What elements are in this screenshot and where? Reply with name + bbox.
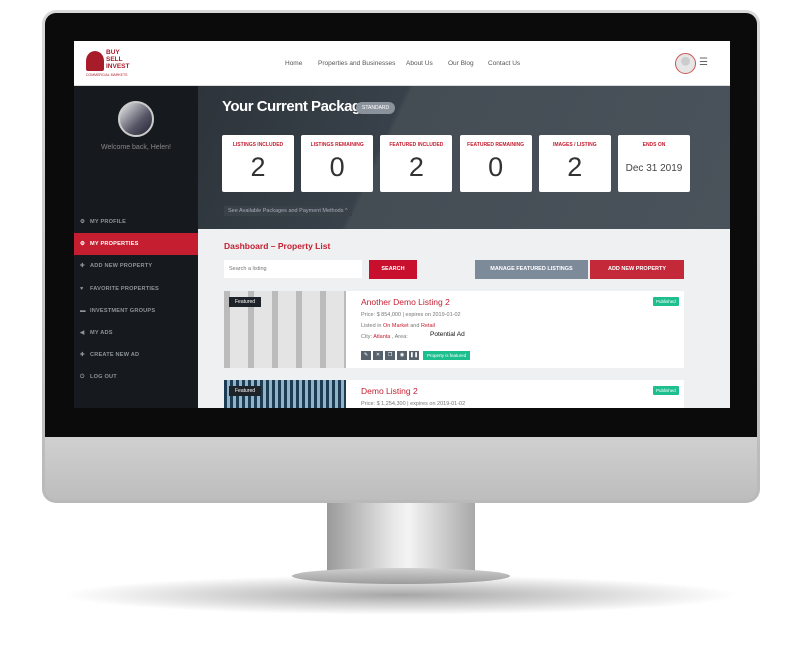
search-input[interactable] bbox=[224, 260, 362, 278]
sidebar-item-label: CREATE NEW AD bbox=[90, 352, 140, 359]
package-card: IMAGES / LISTING 2 bbox=[538, 135, 611, 192]
monitor-foot bbox=[292, 568, 510, 584]
packages-link[interactable]: See Available Packages and Payment Metho… bbox=[224, 206, 352, 216]
sidebar-item-investment-groups[interactable]: ▬ INVESTMENT GROUPS bbox=[74, 300, 198, 322]
card-label: LISTINGS REMAINING bbox=[310, 142, 364, 148]
plus-icon: ✚ bbox=[80, 352, 85, 359]
sidebar-item-label: FAVORITE PROPERTIES bbox=[90, 285, 159, 292]
users-icon: ▬ bbox=[80, 307, 86, 314]
card-label: LISTINGS INCLUDED bbox=[232, 142, 284, 148]
listing-title[interactable]: Demo Listing 2 bbox=[361, 386, 418, 396]
card-value: 0 bbox=[329, 152, 345, 182]
listing-price: Price: $ 854,000 | expires on 2019-01-02 bbox=[361, 312, 461, 318]
package-card: FEATURED REMAINING 0 bbox=[459, 135, 532, 192]
edit-icon[interactable]: ✎ bbox=[361, 351, 371, 360]
status-badge: Published bbox=[653, 386, 679, 395]
card-label: FEATURED REMAINING bbox=[467, 142, 525, 148]
label: City: bbox=[361, 334, 374, 340]
gear-icon: ⚙ bbox=[80, 219, 86, 225]
view-icon[interactable]: ◉ bbox=[397, 351, 407, 360]
sidebar-item-log-out[interactable]: ⏻ LOG OUT bbox=[74, 366, 198, 388]
status-badge: Published bbox=[653, 297, 679, 306]
sidebar-item-label: MY PROPERTIES bbox=[90, 241, 139, 248]
card-label: FEATURED INCLUDED bbox=[389, 142, 444, 148]
sidebar-item-label: ADD NEW PROPERTY bbox=[90, 263, 153, 270]
listing-card: Featured Another Demo Listing 2 Publishe… bbox=[224, 291, 684, 368]
label: , Area: bbox=[390, 334, 408, 340]
package-card: LISTINGS INCLUDED 2 bbox=[222, 135, 294, 192]
featured-tag: Featured bbox=[229, 386, 262, 396]
power-icon: ⏻ bbox=[80, 374, 85, 381]
listing-price: Price: $ 1,254,300 | expires on 2019-01-… bbox=[361, 401, 466, 407]
listing-categories: Listed in On Market and Retail bbox=[361, 323, 435, 329]
welcome-text: Welcome back, Helen! bbox=[101, 144, 171, 151]
package-title: Your Current Package: bbox=[222, 98, 373, 115]
monitor-chin bbox=[45, 437, 757, 500]
nav-blog[interactable]: Our Blog bbox=[448, 60, 474, 67]
card-value: Dec 31 2019 bbox=[625, 163, 683, 174]
profile-avatar bbox=[118, 101, 154, 137]
hamburger-menu-icon[interactable]: ☰ bbox=[699, 57, 708, 68]
nav-contact[interactable]: Contact Us bbox=[488, 60, 520, 67]
megaphone-icon: ◀ bbox=[80, 330, 85, 336]
nav-about[interactable]: About Us bbox=[406, 60, 433, 67]
sidebar-item-label: MY ADS bbox=[90, 330, 113, 336]
package-card: FEATURED INCLUDED 2 bbox=[380, 135, 453, 192]
pause-icon[interactable]: ❚❚ bbox=[409, 351, 419, 360]
duplicate-icon[interactable]: ❐ bbox=[385, 351, 395, 360]
sidebar-item-create-new-ad[interactable]: ✚ CREATE NEW AD bbox=[74, 344, 198, 366]
card-value: 2 bbox=[250, 152, 266, 182]
package-card: ENDS ON Dec 31 2019 bbox=[618, 135, 690, 192]
sidebar-item-my-properties[interactable]: ⚙ MY PROPERTIES bbox=[74, 233, 198, 256]
category-link[interactable]: On Market bbox=[383, 323, 409, 329]
label: and bbox=[408, 323, 421, 329]
card-value: 0 bbox=[488, 152, 504, 182]
sidebar-item-label: INVESTMENT GROUPS bbox=[90, 307, 156, 314]
label: Listed in bbox=[361, 323, 384, 329]
search-button[interactable]: SEARCH bbox=[369, 260, 417, 279]
dashboard-title: Dashboard – Property List bbox=[224, 241, 331, 251]
package-card: LISTINGS REMAINING 0 bbox=[301, 135, 374, 192]
card-value: 2 bbox=[567, 152, 583, 182]
sidebar-item-add-new-property[interactable]: ✚ ADD NEW PROPERTY bbox=[74, 255, 198, 277]
featured-tag: Featured bbox=[229, 297, 262, 307]
sidebar-item-label: MY PROFILE bbox=[90, 219, 127, 225]
sidebar-item-my-profile[interactable]: ⚙ MY PROFILE bbox=[74, 211, 198, 233]
plus-icon: ✚ bbox=[80, 263, 85, 270]
city-link[interactable]: Atlanta bbox=[373, 334, 390, 340]
manage-featured-button[interactable]: MANAGE FEATURED LISTINGS bbox=[475, 260, 588, 279]
card-label: ENDS ON bbox=[642, 142, 666, 148]
sidebar-item-label: LOG OUT bbox=[90, 374, 117, 381]
listing-title[interactable]: Another Demo Listing 2 bbox=[361, 297, 450, 307]
featured-badge: Property is featured bbox=[423, 351, 471, 360]
user-avatar[interactable] bbox=[675, 53, 696, 74]
gear-icon: ⚙ bbox=[80, 241, 86, 248]
package-panel: Your Current Package: STANDARD LISTINGS … bbox=[198, 86, 730, 229]
heart-icon: ♥ bbox=[80, 285, 84, 292]
listing-card: Featured Demo Listing 2 Published Price:… bbox=[224, 380, 684, 408]
site-header: BUY SELL INVEST COMMERCIAL MARKETS Home Pr… bbox=[74, 41, 730, 86]
logo-icon bbox=[86, 51, 104, 71]
package-badge: STANDARD bbox=[356, 102, 396, 114]
monitor-stand bbox=[327, 503, 475, 573]
listing-city: City: Atlanta , Area: bbox=[361, 334, 408, 340]
nav-properties[interactable]: Properties and Businesses bbox=[318, 60, 395, 67]
logo[interactable]: BUY SELL INVEST bbox=[106, 49, 129, 70]
delete-icon[interactable]: ✕ bbox=[373, 351, 383, 360]
add-new-property-button[interactable]: ADD NEW PROPERTY bbox=[590, 260, 684, 279]
category-link[interactable]: Retail bbox=[421, 323, 435, 329]
card-label: IMAGES / LISTING bbox=[552, 142, 597, 148]
sidebar: Welcome back, Helen! ⚙ MY PROFILE ⚙ MY PROP… bbox=[74, 86, 198, 408]
screen: BUY SELL INVEST COMMERCIAL MARKETS Home Pr… bbox=[74, 41, 730, 408]
nav-home[interactable]: Home bbox=[285, 60, 302, 67]
logo-subtitle: COMMERCIAL MARKETS bbox=[86, 73, 128, 77]
potential-ad: Potential Ad bbox=[430, 331, 465, 338]
sidebar-item-my-ads[interactable]: ◀ MY ADS bbox=[74, 322, 198, 344]
card-value: 2 bbox=[408, 152, 424, 182]
sidebar-item-favorite-properties[interactable]: ♥ FAVORITE PROPERTIES bbox=[74, 278, 198, 300]
